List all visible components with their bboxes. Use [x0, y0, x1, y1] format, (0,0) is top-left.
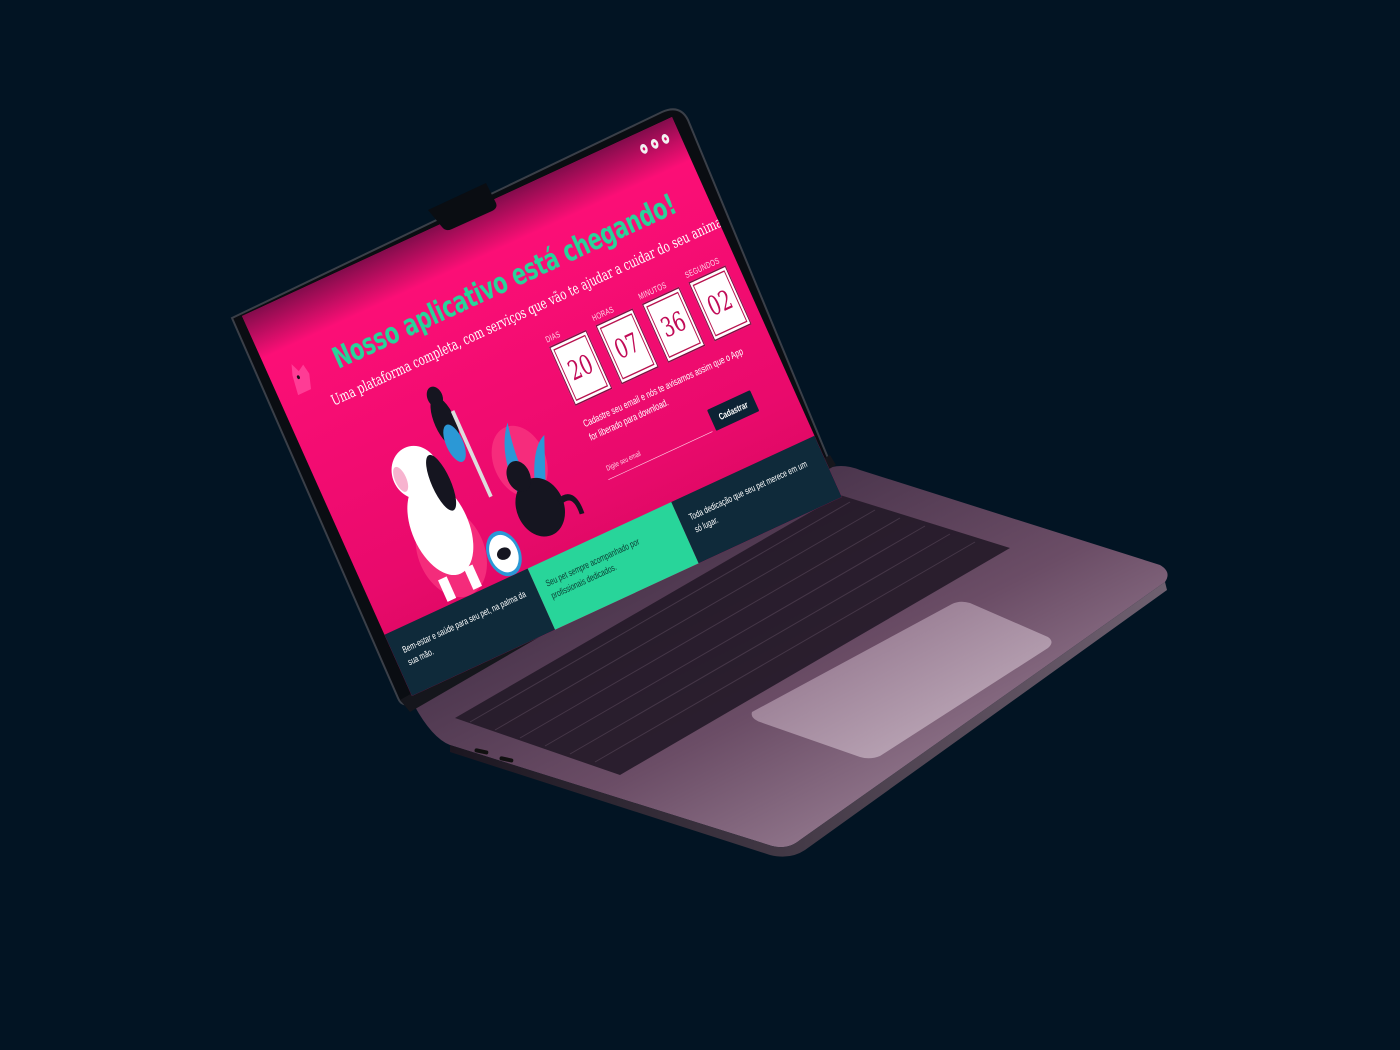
signup-button[interactable]: Cadastrar — [706, 390, 760, 431]
countdown-value: 36 — [656, 305, 691, 345]
countdown-value: 20 — [563, 348, 598, 388]
countdown-value: 02 — [702, 284, 738, 323]
dog-logo-icon[interactable] — [280, 354, 320, 402]
countdown-value: 07 — [609, 327, 645, 366]
stage: Nosso aplicativo está chegando! Uma plat… — [0, 0, 1400, 1050]
